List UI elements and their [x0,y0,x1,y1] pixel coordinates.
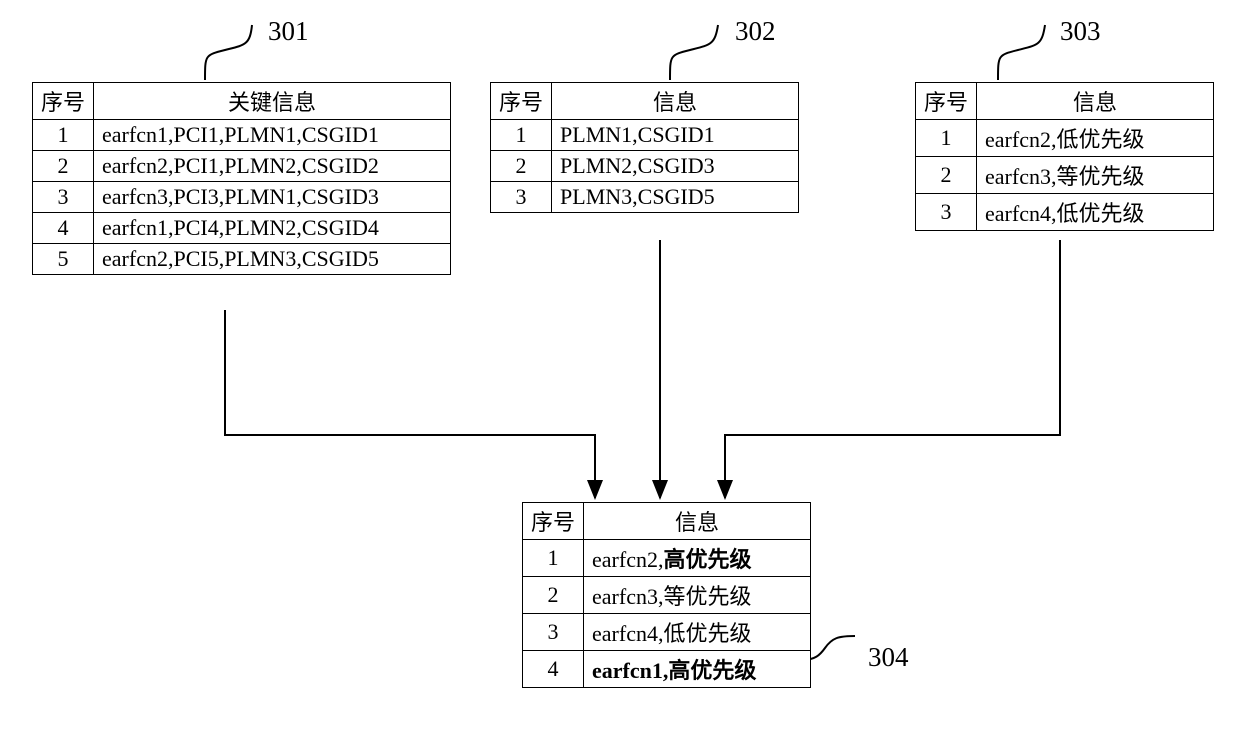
table-302: 序号 信息 1PLMN1,CSGID12PLMN2,CSGID33PLMN3,C… [490,82,799,213]
seq-cell: 2 [33,151,94,182]
col-info-header: 信息 [977,83,1214,120]
info-cell: PLMN2,CSGID3 [552,151,799,182]
table-301: 序号 关键信息 1earfcn1,PCI1,PLMN1,CSGID12earfc… [32,82,451,275]
label-302: 302 [735,16,776,47]
col-info-header: 信息 [584,503,811,540]
info-cell: PLMN1,CSGID1 [552,120,799,151]
col-seq-header: 序号 [491,83,552,120]
info-cell: earfcn2,PCI5,PLMN3,CSGID5 [94,244,451,275]
seq-cell: 2 [916,157,977,194]
col-seq-header: 序号 [523,503,584,540]
label-303: 303 [1060,16,1101,47]
seq-cell: 1 [491,120,552,151]
seq-cell: 2 [491,151,552,182]
table-row: 序号 信息 [491,83,799,120]
col-seq-header: 序号 [33,83,94,120]
seq-cell: 3 [523,614,584,651]
table-row: 3earfcn3,PCI3,PLMN1,CSGID3 [33,182,451,213]
info-cell: earfcn4,低优先级 [977,194,1214,231]
col-info-header: 信息 [552,83,799,120]
table-row: 1earfcn2,高优先级 [523,540,811,577]
seq-cell: 2 [523,577,584,614]
table-row: 1earfcn2,低优先级 [916,120,1214,157]
info-cell: earfcn2,高优先级 [584,540,811,577]
seq-cell: 4 [33,213,94,244]
table-row: 4earfcn1,高优先级 [523,651,811,688]
table-row: 5earfcn2,PCI5,PLMN3,CSGID5 [33,244,451,275]
info-cell: earfcn4,低优先级 [584,614,811,651]
table-row: 序号 关键信息 [33,83,451,120]
seq-cell: 3 [33,182,94,213]
info-cell: earfcn3,PCI3,PLMN1,CSGID3 [94,182,451,213]
table-row: 2PLMN2,CSGID3 [491,151,799,182]
table-row: 3earfcn4,低优先级 [916,194,1214,231]
info-cell: earfcn1,PCI1,PLMN1,CSGID1 [94,120,451,151]
col-seq-header: 序号 [916,83,977,120]
info-cell: earfcn2,低优先级 [977,120,1214,157]
info-cell: earfcn1,高优先级 [584,651,811,688]
table-row: 3PLMN3,CSGID5 [491,182,799,213]
info-cell: PLMN3,CSGID5 [552,182,799,213]
seq-cell: 3 [491,182,552,213]
table-303: 序号 信息 1earfcn2,低优先级2earfcn3,等优先级3earfcn4… [915,82,1214,231]
seq-cell: 4 [523,651,584,688]
seq-cell: 5 [33,244,94,275]
table-row: 3earfcn4,低优先级 [523,614,811,651]
label-301: 301 [268,16,309,47]
info-cell: earfcn1,PCI4,PLMN2,CSGID4 [94,213,451,244]
label-304: 304 [868,642,909,673]
seq-cell: 3 [916,194,977,231]
table-row: 2earfcn2,PCI1,PLMN2,CSGID2 [33,151,451,182]
seq-cell: 1 [523,540,584,577]
table-row: 4earfcn1,PCI4,PLMN2,CSGID4 [33,213,451,244]
info-cell: earfcn3,等优先级 [977,157,1214,194]
table-row: 2earfcn3,等优先级 [523,577,811,614]
table-row: 1PLMN1,CSGID1 [491,120,799,151]
table-304: 序号 信息 1earfcn2,高优先级2earfcn3,等优先级3earfcn4… [522,502,811,688]
seq-cell: 1 [33,120,94,151]
seq-cell: 1 [916,120,977,157]
table-row: 1earfcn1,PCI1,PLMN1,CSGID1 [33,120,451,151]
table-row: 序号 信息 [523,503,811,540]
col-keyinfo-header: 关键信息 [94,83,451,120]
table-row: 2earfcn3,等优先级 [916,157,1214,194]
info-cell: earfcn2,PCI1,PLMN2,CSGID2 [94,151,451,182]
info-cell: earfcn3,等优先级 [584,577,811,614]
table-row: 序号 信息 [916,83,1214,120]
